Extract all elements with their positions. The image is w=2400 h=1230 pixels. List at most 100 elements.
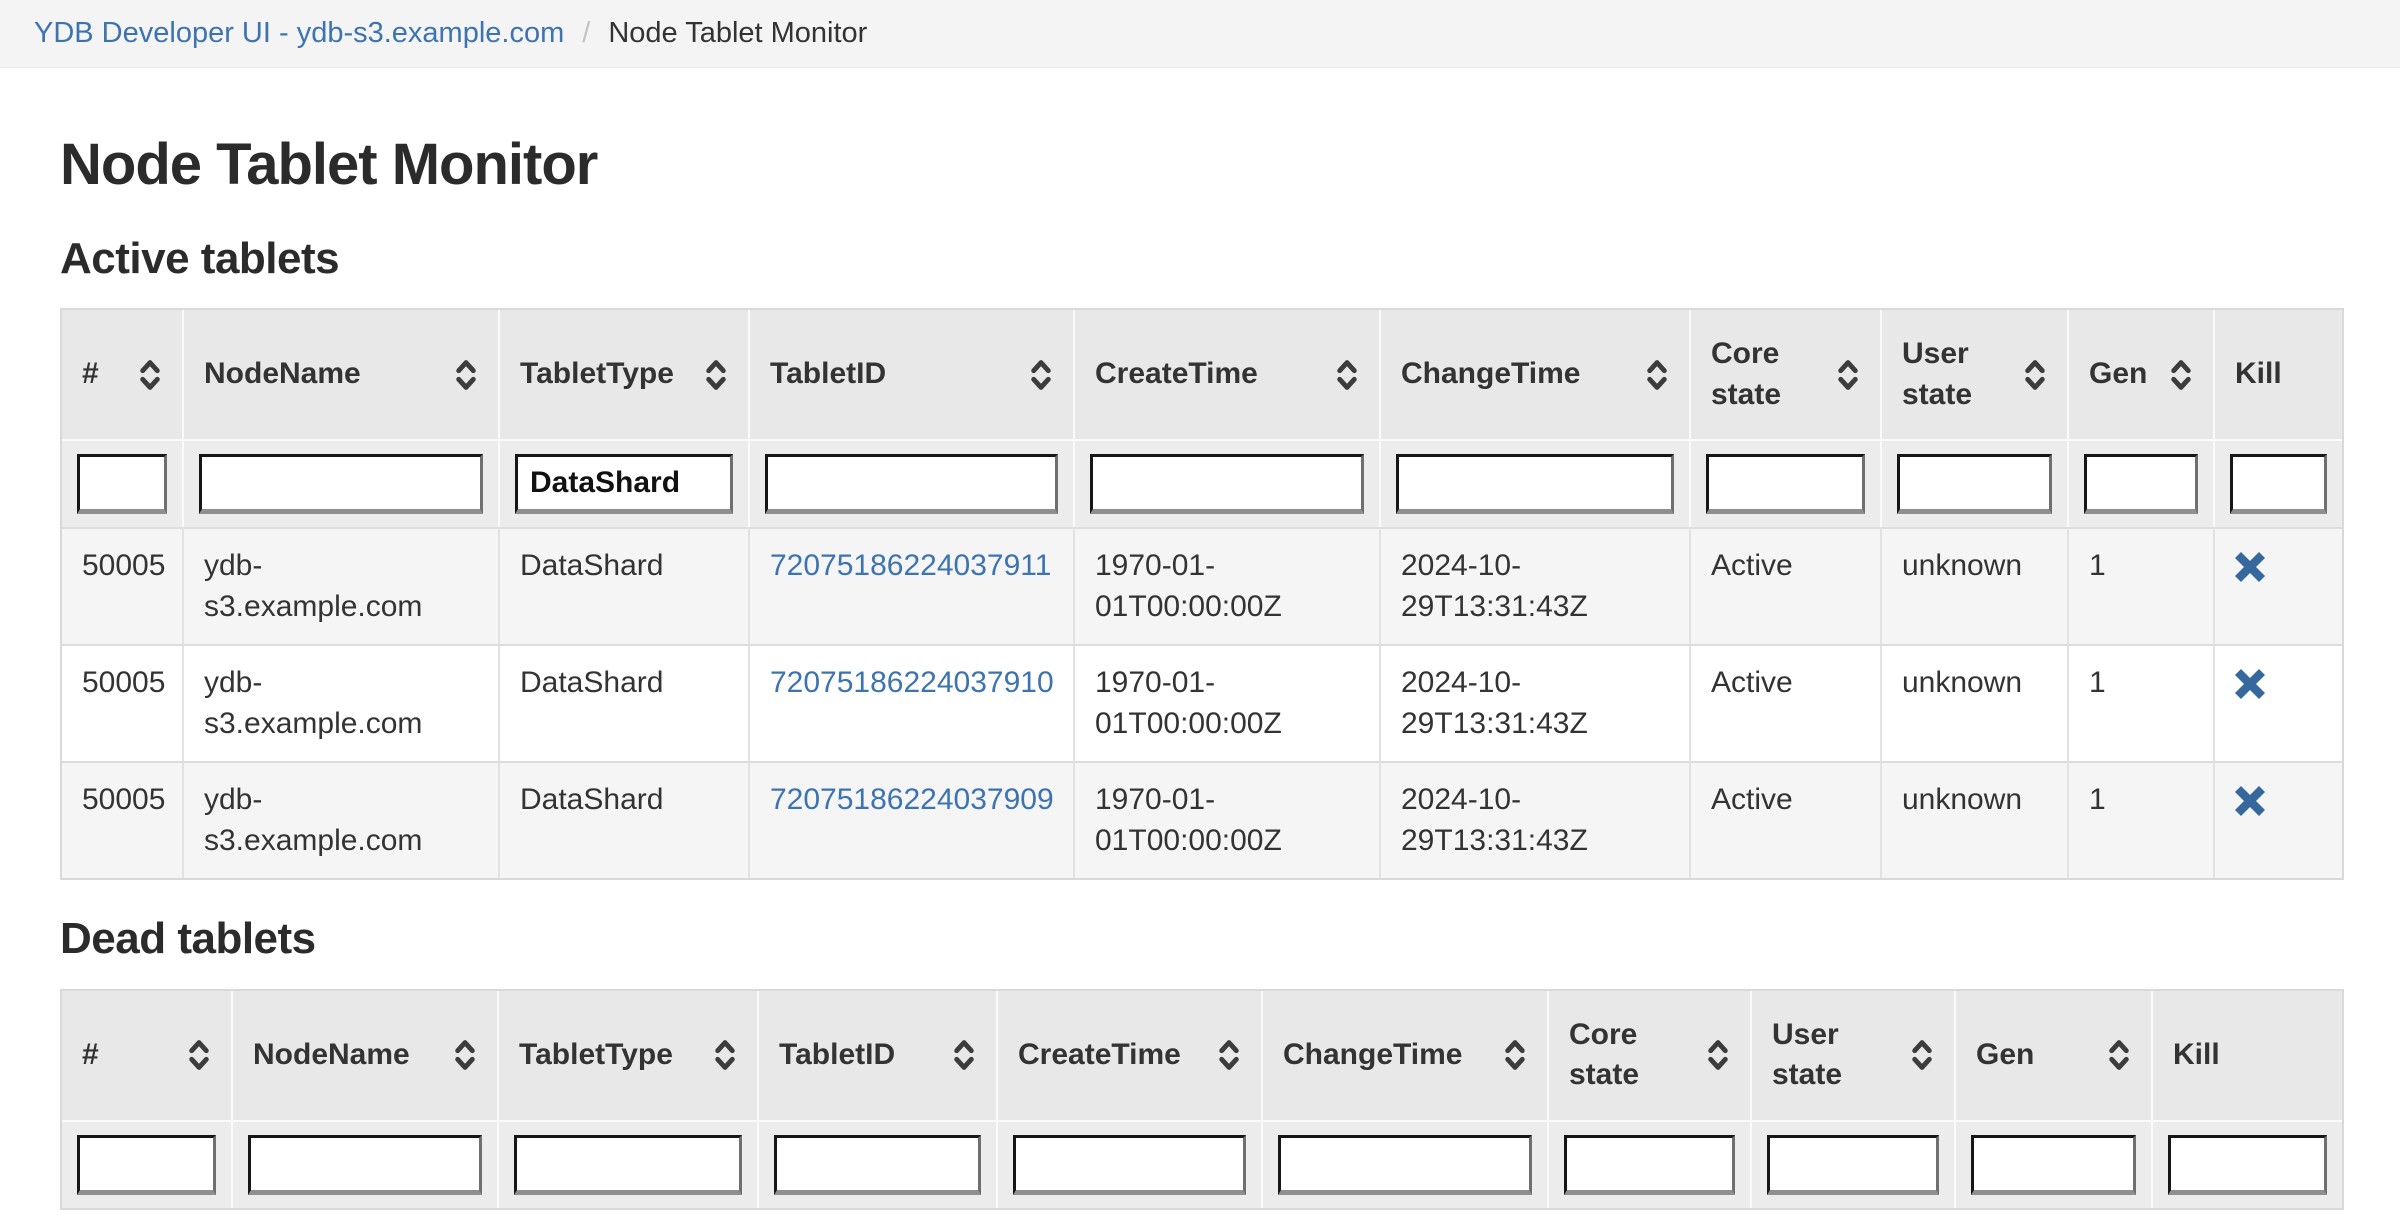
- sort-icon[interactable]: [704, 359, 728, 391]
- sort-icon[interactable]: [2107, 1039, 2131, 1071]
- cell-num: 50005: [62, 761, 182, 878]
- column-header-nodename[interactable]: NodeName: [182, 310, 498, 439]
- page-title: Node Tablet Monitor: [60, 130, 2340, 200]
- kill-icon[interactable]: [2235, 546, 2265, 582]
- column-label: #: [82, 354, 99, 395]
- column-header-num[interactable]: #: [62, 310, 182, 439]
- filter-nodename-input[interactable]: [199, 454, 483, 514]
- sort-icon[interactable]: [1910, 1039, 1934, 1071]
- column-label: TabletType: [519, 1035, 673, 1076]
- cell-core-state: Active: [1689, 644, 1880, 761]
- cell-nodename: ydb-s3.example.com: [182, 761, 498, 878]
- filter-createtime-input[interactable]: [1090, 454, 1364, 514]
- dead-tablets-table: # NodeName TabletType TabletID CreateTim…: [60, 989, 2344, 1210]
- column-header-createtime[interactable]: CreateTime: [1073, 310, 1379, 439]
- cell-gen: 1: [2067, 761, 2213, 878]
- active-tablets-table: # NodeName TabletType TabletID CreateTim…: [60, 308, 2344, 880]
- filter-user-state-input[interactable]: [1767, 1135, 1939, 1195]
- column-header-num[interactable]: #: [62, 991, 231, 1120]
- column-header-user-state[interactable]: User state: [1880, 310, 2067, 439]
- filter-changetime-input[interactable]: [1396, 454, 1674, 514]
- cell-core-state: Active: [1689, 527, 1880, 644]
- filter-gen-input[interactable]: [1971, 1135, 2136, 1195]
- column-header-kill: Kill: [2151, 991, 2342, 1120]
- column-header-tabletid[interactable]: TabletID: [757, 991, 996, 1120]
- sort-icon[interactable]: [454, 359, 478, 391]
- filter-tabletid-input[interactable]: [765, 454, 1058, 514]
- breadcrumb-separator: /: [582, 17, 590, 50]
- column-header-gen[interactable]: Gen: [1954, 991, 2151, 1120]
- filter-nodename-input[interactable]: [248, 1135, 482, 1195]
- sort-icon[interactable]: [952, 1039, 976, 1071]
- filter-changetime-input[interactable]: [1278, 1135, 1532, 1195]
- filter-num-input[interactable]: [77, 454, 167, 514]
- column-label: Gen: [1976, 1035, 2034, 1076]
- cell-createtime: 1970-01-01T00:00:00Z: [1073, 644, 1379, 761]
- main-content: Node Tablet Monitor Active tablets # Nod…: [0, 130, 2400, 1210]
- filter-num-input[interactable]: [77, 1135, 216, 1195]
- column-header-core-state[interactable]: Core state: [1547, 991, 1750, 1120]
- filter-kill-input[interactable]: [2230, 454, 2327, 514]
- cell-gen: 1: [2067, 644, 2213, 761]
- column-label: ChangeTime: [1401, 354, 1581, 395]
- column-label: Gen: [2089, 354, 2147, 395]
- cell-createtime: 1970-01-01T00:00:00Z: [1073, 761, 1379, 878]
- sort-icon[interactable]: [1645, 359, 1669, 391]
- sort-icon[interactable]: [187, 1039, 211, 1071]
- column-header-nodename[interactable]: NodeName: [231, 991, 497, 1120]
- kill-icon[interactable]: [2235, 780, 2265, 816]
- column-label: ChangeTime: [1283, 1035, 1463, 1076]
- column-label: User state: [1772, 1015, 1896, 1096]
- cell-kill: [2213, 761, 2342, 878]
- tablet-id-link[interactable]: 72075186224037911: [770, 549, 1051, 582]
- column-header-gen[interactable]: Gen: [2067, 310, 2213, 439]
- filter-createtime-input[interactable]: [1013, 1135, 1246, 1195]
- sort-icon[interactable]: [1335, 359, 1359, 391]
- filter-tablettype-input[interactable]: [515, 454, 733, 514]
- filter-gen-input[interactable]: [2084, 454, 2198, 514]
- sort-icon[interactable]: [1029, 359, 1053, 391]
- column-header-changetime[interactable]: ChangeTime: [1379, 310, 1689, 439]
- tablet-id-link[interactable]: 72075186224037910: [770, 666, 1054, 699]
- sort-icon[interactable]: [1217, 1039, 1241, 1071]
- filter-core-state-input[interactable]: [1706, 454, 1865, 514]
- cell-changetime: 2024-10-29T13:31:43Z: [1379, 761, 1689, 878]
- cell-user-state: unknown: [1880, 761, 2067, 878]
- column-header-tablettype[interactable]: TabletType: [498, 310, 748, 439]
- column-label: Core state: [1569, 1015, 1692, 1096]
- column-header-createtime[interactable]: CreateTime: [996, 991, 1261, 1120]
- column-header-tablettype[interactable]: TabletType: [497, 991, 757, 1120]
- sort-icon[interactable]: [1706, 1039, 1730, 1071]
- cell-tablettype: DataShard: [498, 644, 748, 761]
- filter-kill-input[interactable]: [2168, 1135, 2327, 1195]
- header-row: # NodeName TabletType TabletID CreateTim…: [62, 310, 2342, 439]
- cell-num: 50005: [62, 527, 182, 644]
- kill-icon[interactable]: [2235, 663, 2265, 699]
- sort-icon[interactable]: [1503, 1039, 1527, 1071]
- column-label: #: [82, 1035, 99, 1076]
- cell-kill: [2213, 527, 2342, 644]
- column-label: TabletID: [779, 1035, 895, 1076]
- cell-tabletid: 72075186224037909: [748, 761, 1073, 878]
- sort-icon[interactable]: [713, 1039, 737, 1071]
- column-header-core-state[interactable]: Core state: [1689, 310, 1880, 439]
- cell-num: 50005: [62, 644, 182, 761]
- column-label: NodeName: [204, 354, 361, 395]
- cell-gen: 1: [2067, 527, 2213, 644]
- column-header-kill: Kill: [2213, 310, 2342, 439]
- sort-icon[interactable]: [2169, 359, 2193, 391]
- sort-icon[interactable]: [1836, 359, 1860, 391]
- sort-icon[interactable]: [138, 359, 162, 391]
- sort-icon[interactable]: [2023, 359, 2047, 391]
- filter-tablettype-input[interactable]: [514, 1135, 742, 1195]
- breadcrumb-home-link[interactable]: YDB Developer UI - ydb-s3.example.com: [34, 17, 564, 50]
- tablet-id-link[interactable]: 72075186224037909: [770, 783, 1054, 816]
- sort-icon[interactable]: [453, 1039, 477, 1071]
- filter-user-state-input[interactable]: [1897, 454, 2052, 514]
- column-header-tabletid[interactable]: TabletID: [748, 310, 1073, 439]
- filter-tabletid-input[interactable]: [774, 1135, 981, 1195]
- cell-user-state: unknown: [1880, 644, 2067, 761]
- column-header-changetime[interactable]: ChangeTime: [1261, 991, 1547, 1120]
- filter-core-state-input[interactable]: [1564, 1135, 1735, 1195]
- column-header-user-state[interactable]: User state: [1750, 991, 1954, 1120]
